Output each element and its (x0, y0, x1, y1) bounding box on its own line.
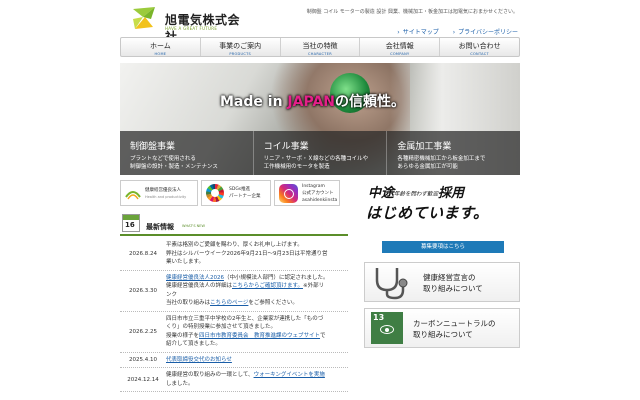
instagram-icon (279, 184, 298, 203)
hero-cards: 制御盤事業 プラントなどで使用される 制御盤の設計・製造・メンテナンス コイル事… (120, 131, 520, 175)
news-body: 代表取締役交代のお知らせ (166, 356, 348, 365)
global-nav: ホーム HOME 事業のご案内 PRODUCTS 当社の特徴 CHARACTER… (120, 37, 520, 57)
instagram-banner[interactable]: Instagram 公式アカウント asahidenkiinsta (274, 180, 340, 206)
news-body: 健康経営優良法人2026（中小規模法人部門）に認定されました。 健康経営優良法人… (166, 274, 329, 307)
banner-sublabel: Health and productivity (145, 195, 187, 199)
news-item: 2026.8.24 平素は格別のご愛顧を賜わり、厚くお礼申し上げます。 弊社はシ… (120, 238, 348, 271)
nav-item-company[interactable]: 会社情報 COMPANY (360, 38, 441, 56)
hero-card-desc: 各種精密機械加工から板金加工まで (397, 156, 486, 162)
lightning-logo-icon (133, 7, 155, 29)
news-item: 2026.3.30 健康経営優良法人2026（中小規模法人部門）に認定されました… (120, 271, 348, 312)
nav-sublabel: COMPANY (390, 52, 410, 56)
banner-account: asahidenkiinsta (302, 198, 338, 203)
nav-item-character[interactable]: 当社の特徴 CHARACTER (281, 38, 361, 56)
nav-sublabel: HOME (154, 52, 167, 56)
hero-card-control-panel[interactable]: 制御盤事業 プラントなどで使用される 制御盤の設計・製造・メンテナンス (120, 131, 254, 175)
carbon-neutral-banner[interactable]: 13 カーボンニュートラルの 取り組みについて (364, 308, 520, 348)
hero-card-desc: リニア・サーボ・Ｘ線などの各種コイルや (263, 156, 369, 162)
hero-card-desc: 工作機械用のモータを製造 (263, 164, 330, 171)
news-body: 平素は格別のご愛顧を賜わり、厚くお礼申し上げます。 弊社はシルバーウイーク202… (166, 242, 328, 266)
news-link[interactable]: ウォーキングイベントを実施 (254, 372, 325, 378)
news-link[interactable]: 健康経営優良法人2026 (166, 275, 224, 281)
news-date: 2024.12.14 (127, 376, 159, 383)
nav-label: お問い合わせ (458, 42, 501, 50)
recruit-line1: 中途年齢を問わず歓迎採用 (368, 186, 465, 201)
news-list: 2026.8.24 平素は格別のご愛顧を賜わり、厚くお礼申し上げます。 弊社はシ… (120, 238, 348, 393)
hero-banner: Made in JAPANの信頼性。 制御盤事業 プラントなどで使用される 制御… (120, 63, 520, 175)
hero-title: Made in JAPANの信頼性。 (220, 94, 405, 110)
nav-sublabel: CHARACTER (307, 52, 332, 56)
recruit-line2: はじめています。 (366, 204, 489, 222)
news-item: 2026.2.25 四日市市立三重平中学校の2年生と、企業家が連携した「ものづ … (120, 312, 348, 353)
news-link[interactable]: こちらのページ (210, 300, 248, 306)
nav-label: 事業のご案内 (219, 42, 262, 50)
hero-card-desc: あらゆる金属加工が可能 (397, 164, 458, 171)
nav-item-home[interactable]: ホーム HOME (121, 38, 201, 56)
nav-label: 会社情報 (385, 42, 414, 50)
news-date: 2026.2.25 (129, 328, 157, 335)
news-item: 2025.4.10 代表取締役交代のお知らせ (120, 353, 348, 369)
header-description: 制御盤 コイル モーターの製造 設計 興業、機械加工・板金加工は旭電気におまかせ… (306, 9, 518, 15)
banner-label: SDGs推進 (229, 187, 251, 192)
company-logo[interactable]: 旭電気株式会社 HAVE A GREAT FUTURE (131, 5, 251, 44)
banner-label: Instagram (302, 184, 325, 189)
news-link[interactable]: 代表取締役交代のお知らせ (166, 357, 232, 363)
nav-label: ホーム (150, 42, 171, 50)
banner-label: 健康経営優良法人 (145, 188, 181, 193)
banner-sublabel: 公式アカウント (302, 191, 334, 196)
news-link[interactable]: こちらからご確認頂けます。 (232, 283, 303, 289)
news-header: 16 最新情報 WHAT'S NEW (120, 214, 348, 236)
sdg-13-climate-icon: 13 (371, 312, 403, 344)
health-declaration-banner[interactable]: 健康経営宣言の 取り組みについて (364, 262, 520, 302)
nav-item-contact[interactable]: お問い合わせ CONTACT (440, 38, 519, 56)
health-management-banner[interactable]: 健康経営優良法人 Health and productivity (120, 180, 198, 206)
side-banner-text: カーボンニュートラルの 取り組みについて (413, 319, 496, 340)
calendar-icon: 16 (122, 214, 140, 232)
news-date: 2026.8.24 (129, 250, 157, 257)
nav-item-products[interactable]: 事業のご案内 PRODUCTS (201, 38, 281, 56)
hero-card-coil[interactable]: コイル事業 リニア・サーボ・Ｘ線などの各種コイルや 工作機械用のモータを製造 (253, 131, 388, 175)
hero-card-title: 金属加工事業 (397, 142, 452, 152)
news-body: 四日市市立三重平中学校の2年生と、企業家が連携した「ものづ くり」の特別授業に参… (166, 315, 326, 348)
side-banner-text: 健康経営宣言の 取り組みについて (423, 273, 483, 294)
nav-label: 当社の特徴 (302, 42, 338, 50)
health-logo-icon (125, 191, 141, 200)
privacy-policy-link[interactable]: プライバシーポリシー (453, 27, 518, 36)
news-title: 最新情報 (146, 223, 174, 231)
news-date: 2026.3.30 (129, 287, 157, 294)
header-links: サイトマップ プライバシーポリシー (397, 27, 518, 36)
recruit-heading: 中途年齢を問わず歓迎採用 はじめています。 (366, 180, 520, 224)
stethoscope-icon (375, 268, 408, 300)
news-date: 2025.4.10 (129, 356, 157, 363)
hero-card-metalwork[interactable]: 金属加工事業 各種精密機械加工から板金加工まで あらゆる金属加工が可能 (387, 131, 520, 175)
nav-sublabel: CONTACT (470, 52, 489, 56)
news-title-en: WHAT'S NEW (182, 224, 205, 228)
recruit-details-button[interactable]: 募集要項はこちら (382, 241, 504, 253)
news-body: 健康経営の取り組みの一環として、ウォーキングイベントを実施 しました。 (166, 372, 325, 387)
hero-card-title: 制御盤事業 (130, 142, 176, 152)
banner-sublabel: パートナー企業 (229, 194, 261, 199)
sdgs-wheel-icon (206, 184, 224, 202)
sitemap-link[interactable]: サイトマップ (397, 27, 439, 36)
sdgs-banner[interactable]: SDGs推進 パートナー企業 (201, 180, 271, 206)
hero-card-desc: 制御盤の設計・製造・メンテナンス (130, 164, 218, 171)
hero-card-desc: プラントなどで使用される (130, 156, 196, 162)
news-link[interactable]: 四日市市教育委員会 教育推進課のウェブサイト (199, 333, 320, 339)
company-tagline: HAVE A GREAT FUTURE (165, 26, 218, 31)
site-header: 旭電気株式会社 HAVE A GREAT FUTURE 制御盤 コイル モーター… (0, 0, 640, 44)
hero-card-title: コイル事業 (263, 142, 309, 152)
nav-sublabel: PRODUCTS (229, 52, 252, 56)
news-item: 2024.12.14 健康経営の取り組みの一環として、ウォーキングイベントを実施… (120, 368, 348, 393)
